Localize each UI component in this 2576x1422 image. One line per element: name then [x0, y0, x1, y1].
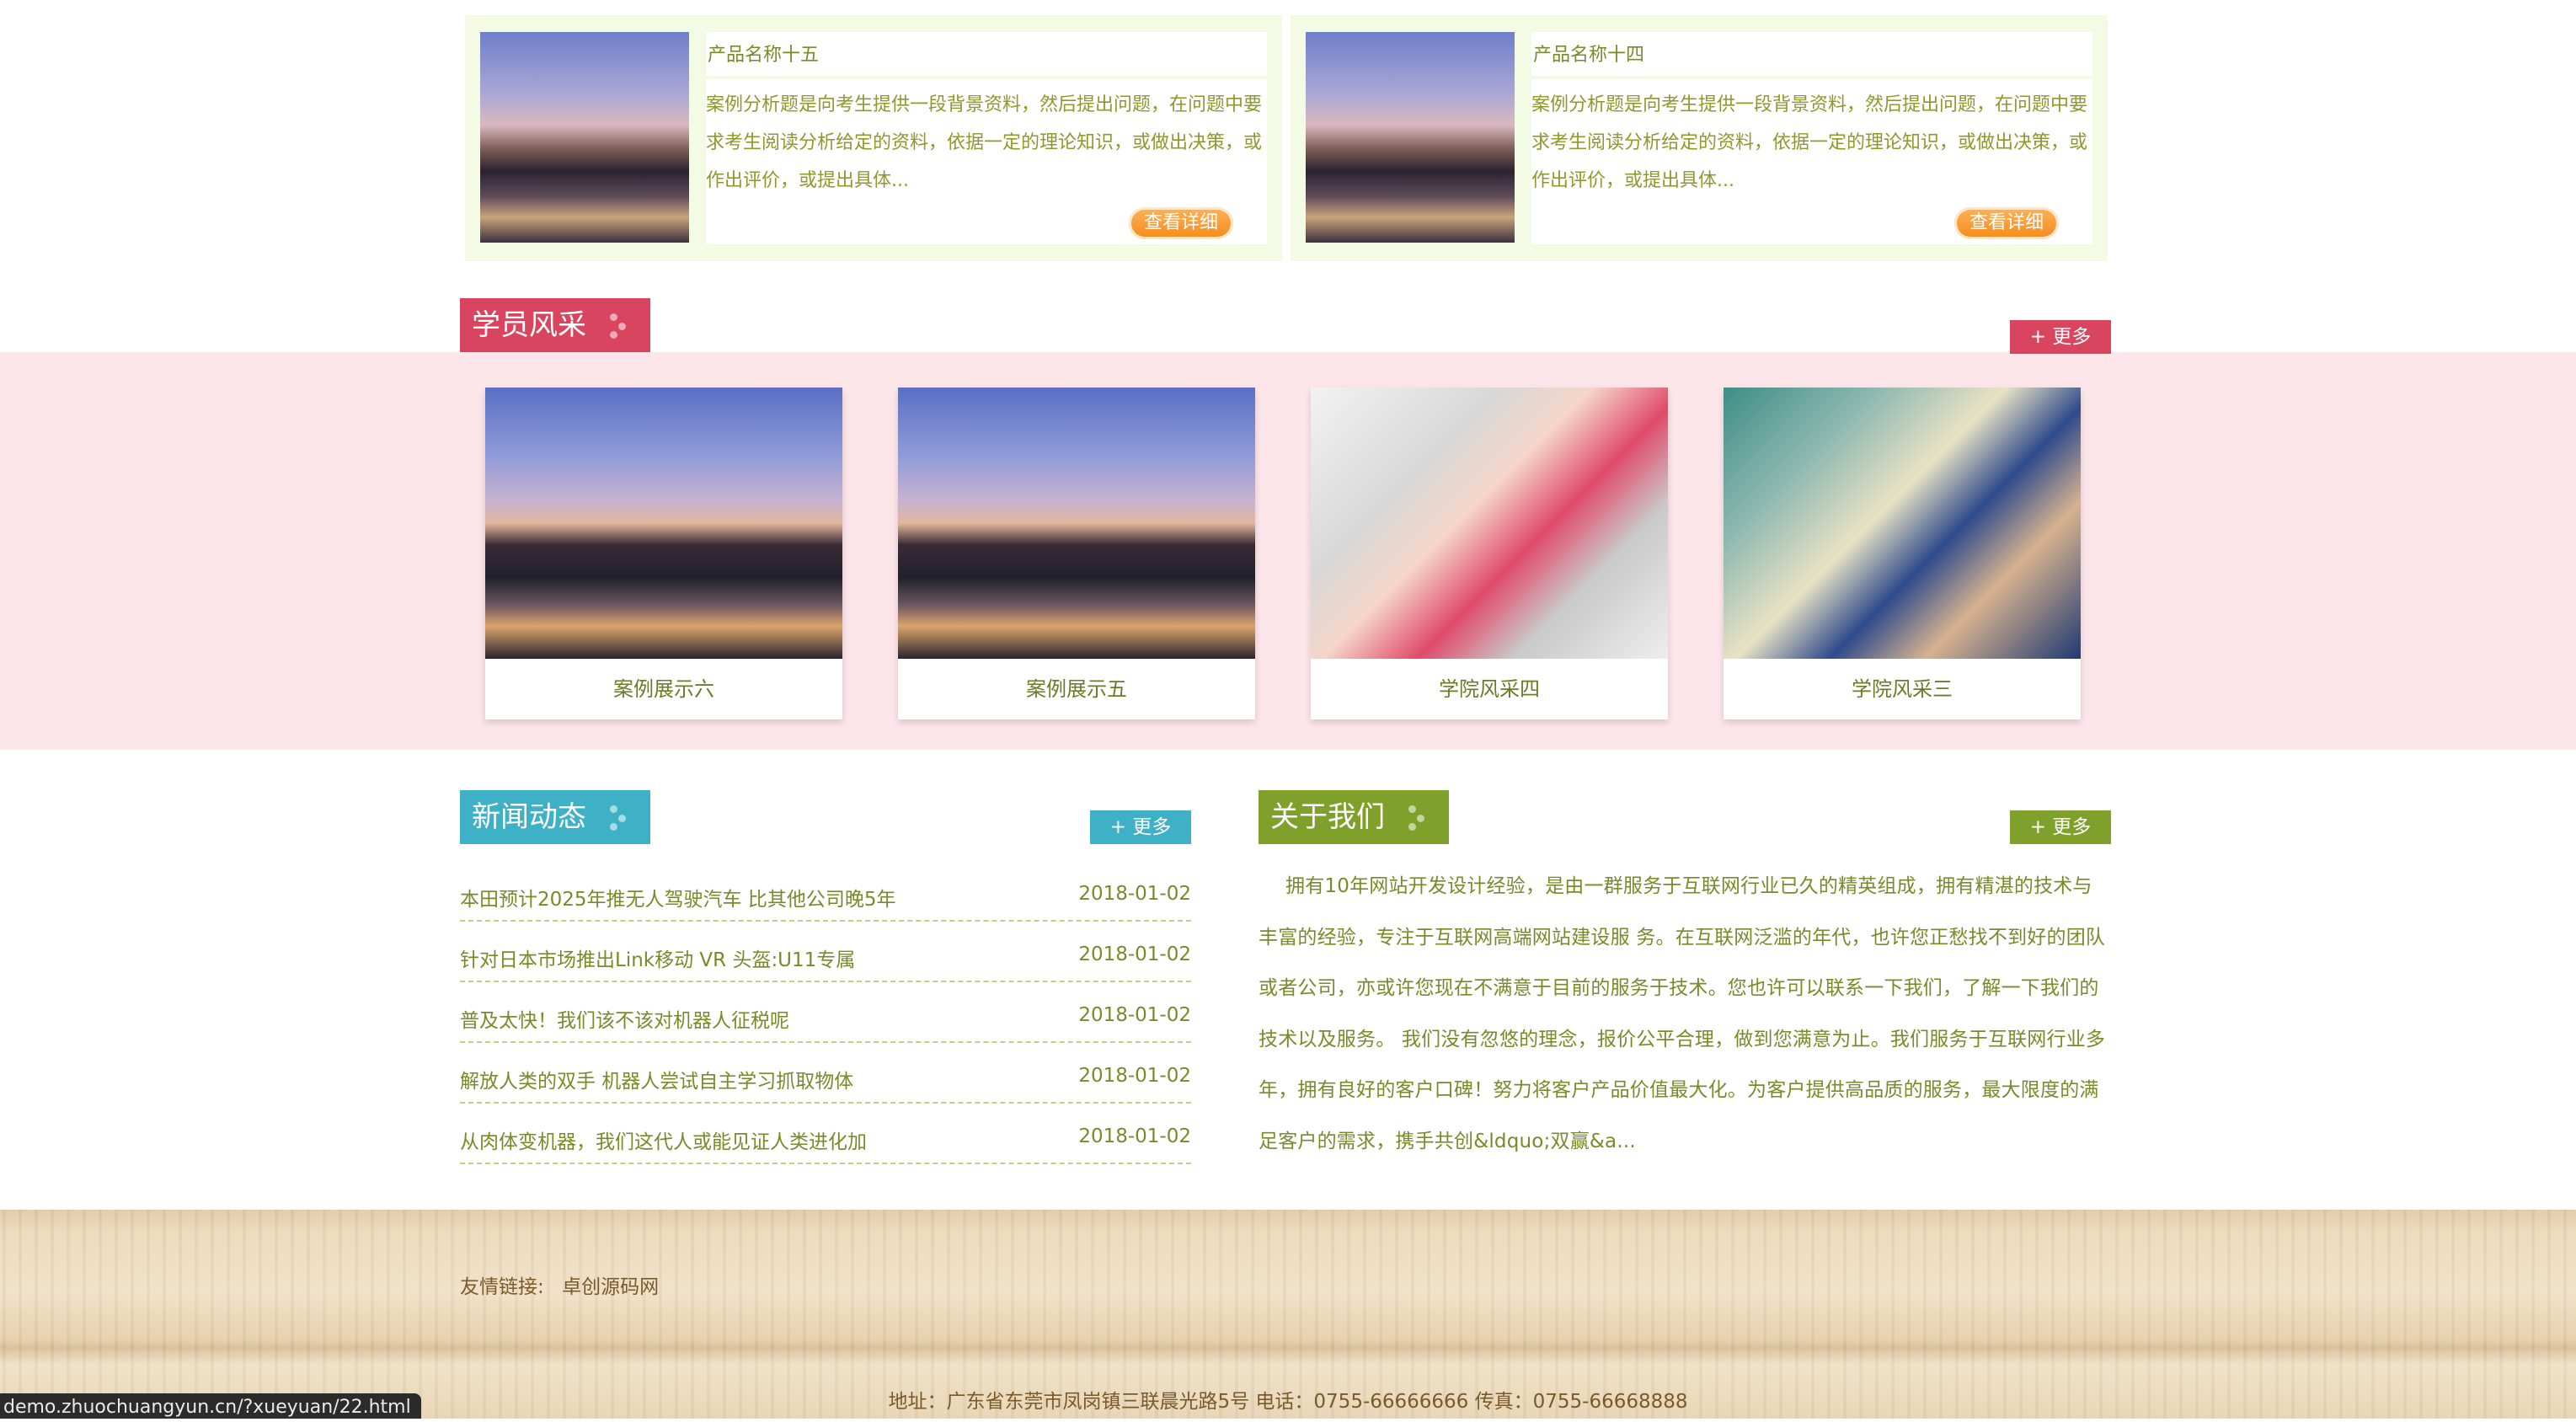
product-thumbnail[interactable]	[1306, 32, 1515, 243]
section-title-about: 关于我们	[1259, 790, 1449, 844]
news-title[interactable]: 从肉体变机器，我们这代人或能见证人类进化加	[460, 1125, 867, 1154]
view-details-button[interactable]: 查看详细	[1129, 207, 1233, 239]
gallery-image[interactable]	[1311, 388, 1668, 659]
dots-icon	[610, 313, 633, 339]
news-title[interactable]: 本田预计2025年推无人驾驶汽车 比其他公司晚5年	[460, 883, 895, 911]
about-text: 拥有10年网站开发设计经验，是由一群服务于互联网行业已久的精英组成，拥有精湛的技…	[1259, 875, 2106, 1152]
gallery-card[interactable]: 案例展示五	[898, 388, 1255, 719]
gallery-image[interactable]	[898, 388, 1255, 659]
product-card: 产品名称十五 案例分析题是向考生提供一段背景资料，然后提出问题，在问题中要求考生…	[465, 15, 1282, 261]
product-description: 案例分析题是向考生提供一段背景资料，然后提出问题，在问题中要求考生阅读分析给定的…	[706, 94, 1263, 191]
gallery-caption[interactable]: 学院风采三	[1724, 659, 2081, 719]
gallery-caption[interactable]: 案例展示五	[898, 659, 1255, 719]
gallery-card[interactable]: 案例展示六	[485, 388, 842, 719]
friend-links: 友情链接: 卓创源码网	[460, 1270, 659, 1299]
news-date: 2018-01-02	[1078, 1065, 1191, 1087]
news-date: 2018-01-02	[1078, 944, 1191, 965]
status-bar-url: demo.zhuochuangyun.cn/?xueyuan/22.html	[0, 1393, 421, 1419]
gallery-caption[interactable]: 案例展示六	[485, 659, 842, 719]
gallery-caption[interactable]: 学院风采四	[1311, 659, 1668, 719]
more-button-news[interactable]: + 更多	[1090, 810, 1191, 844]
product-name[interactable]: 产品名称十四	[1531, 32, 2092, 79]
product-card: 产品名称十四 案例分析题是向考生提供一段背景资料，然后提出问题，在问题中要求考生…	[1291, 15, 2108, 261]
news-item[interactable]: 针对日本市场推出Link移动 VR 头盔:U11专属 2018-01-02	[460, 922, 1191, 982]
news-title[interactable]: 解放人类的双手 机器人尝试自主学习抓取物体	[460, 1065, 853, 1093]
gallery-card[interactable]: 学院风采四	[1311, 388, 1668, 719]
news-title[interactable]: 针对日本市场推出Link移动 VR 头盔:U11专属	[460, 944, 855, 972]
gallery-image[interactable]	[485, 388, 842, 659]
news-date: 2018-01-02	[1078, 1125, 1191, 1147]
news-date: 2018-01-02	[1078, 883, 1191, 905]
section-title-news: 新闻动态	[460, 790, 650, 844]
friend-link[interactable]: 卓创源码网	[562, 1276, 659, 1298]
gallery-image[interactable]	[1724, 388, 2081, 659]
section-title-text: 新闻动态	[472, 800, 586, 834]
news-item[interactable]: 普及太快！我们该不该对机器人征税呢 2018-01-02	[460, 982, 1191, 1043]
gallery-band	[0, 352, 2576, 750]
product-name[interactable]: 产品名称十五	[706, 32, 1267, 79]
friend-links-label: 友情链接:	[460, 1276, 544, 1298]
news-item[interactable]: 本田预计2025年推无人驾驶汽车 比其他公司晚5年 2018-01-02	[460, 861, 1191, 922]
section-title-students: 学员风采	[460, 298, 650, 352]
news-item[interactable]: 从肉体变机器，我们这代人或能见证人类进化加 2018-01-02	[460, 1104, 1191, 1164]
dots-icon	[610, 805, 633, 831]
news-date: 2018-01-02	[1078, 1004, 1191, 1026]
view-details-button[interactable]: 查看详细	[1954, 207, 2059, 239]
more-button-students[interactable]: + 更多	[2010, 320, 2111, 354]
section-title-text: 关于我们	[1270, 800, 1385, 834]
product-description: 案例分析题是向考生提供一段背景资料，然后提出问题，在问题中要求考生阅读分析给定的…	[1531, 94, 2088, 191]
dots-icon	[1408, 805, 1432, 831]
news-item[interactable]: 解放人类的双手 机器人尝试自主学习抓取物体 2018-01-02	[460, 1043, 1191, 1104]
section-title-text: 学员风采	[472, 308, 586, 342]
more-button-about[interactable]: + 更多	[2010, 810, 2111, 844]
product-thumbnail[interactable]	[480, 32, 689, 243]
gallery-card[interactable]: 学院风采三	[1724, 388, 2081, 719]
news-title[interactable]: 普及太快！我们该不该对机器人征税呢	[460, 1004, 789, 1033]
